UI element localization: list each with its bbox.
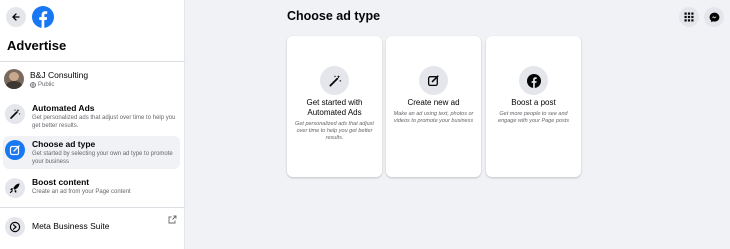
sidebar-item-label: Boost content bbox=[32, 177, 90, 187]
sidebar-item-meta-business-suite[interactable]: Meta Business Suite bbox=[3, 213, 180, 240]
avatar bbox=[4, 69, 24, 89]
sidebar-top-row bbox=[6, 6, 54, 28]
ad-type-card-automated[interactable]: Get started with Automated Ads Get perso… bbox=[287, 36, 382, 177]
sidebar-item-description: Create an ad from your Page content bbox=[32, 189, 131, 195]
page-name: B&J Consulting bbox=[30, 69, 89, 80]
sidebar-item-description: Get started by selecting your own ad typ… bbox=[32, 151, 173, 165]
edit-icon bbox=[419, 66, 448, 95]
sidebar-item-label: Meta Business Suite bbox=[32, 221, 110, 231]
sidebar: Advertise B&J Consulting Public Automate… bbox=[0, 0, 185, 249]
magic-wand-icon bbox=[320, 66, 349, 95]
sidebar-item-boost-content[interactable]: Boost content Create an ad from your Pag… bbox=[3, 174, 180, 201]
card-description: Make an ad using text, photos or videos … bbox=[393, 111, 474, 124]
facebook-logo-icon[interactable] bbox=[32, 6, 54, 28]
globe-icon bbox=[30, 81, 36, 88]
external-link-icon bbox=[168, 215, 177, 224]
divider bbox=[0, 61, 185, 62]
card-description: Get personalized ads that adjust over ti… bbox=[295, 121, 374, 141]
meta-business-suite-icon bbox=[5, 217, 25, 237]
edit-icon bbox=[5, 140, 25, 160]
messenger-button[interactable] bbox=[704, 7, 724, 27]
sidebar-item-automated-ads[interactable]: Automated Ads Get personalized ads that … bbox=[3, 100, 180, 133]
back-arrow-icon bbox=[12, 13, 20, 21]
back-button[interactable] bbox=[6, 7, 26, 27]
sidebar-item-label: Automated Ads bbox=[32, 103, 95, 113]
card-title: Get started with Automated Ads bbox=[306, 98, 363, 117]
facebook-icon bbox=[519, 66, 548, 95]
card-description: Get more people to see and engage with y… bbox=[498, 111, 569, 124]
card-title: Boost a post bbox=[511, 98, 556, 107]
sidebar-item-description: Get personalized ads that adjust over ti… bbox=[32, 115, 176, 129]
page-title: Choose ad type bbox=[287, 9, 381, 23]
magic-wand-icon bbox=[5, 104, 25, 124]
sidebar-title: Advertise bbox=[7, 38, 67, 53]
sidebar-item-label: Choose ad type bbox=[32, 139, 96, 149]
ad-type-card-boost-post[interactable]: Boost a post Get more people to see and … bbox=[486, 36, 581, 177]
card-title: Create new ad bbox=[407, 98, 460, 107]
divider bbox=[0, 207, 185, 208]
messenger-icon bbox=[709, 12, 719, 22]
grid-menu-icon bbox=[684, 12, 694, 22]
rocket-icon bbox=[5, 178, 25, 198]
ad-type-card-create-new[interactable]: Create new ad Make an ad using text, pho… bbox=[386, 36, 481, 177]
page-visibility: Public bbox=[38, 81, 55, 88]
sidebar-item-choose-ad-type[interactable]: Choose ad type Get started by selecting … bbox=[3, 136, 180, 169]
page-selector[interactable]: B&J Consulting Public bbox=[4, 69, 180, 89]
apps-menu-button[interactable] bbox=[679, 7, 699, 27]
